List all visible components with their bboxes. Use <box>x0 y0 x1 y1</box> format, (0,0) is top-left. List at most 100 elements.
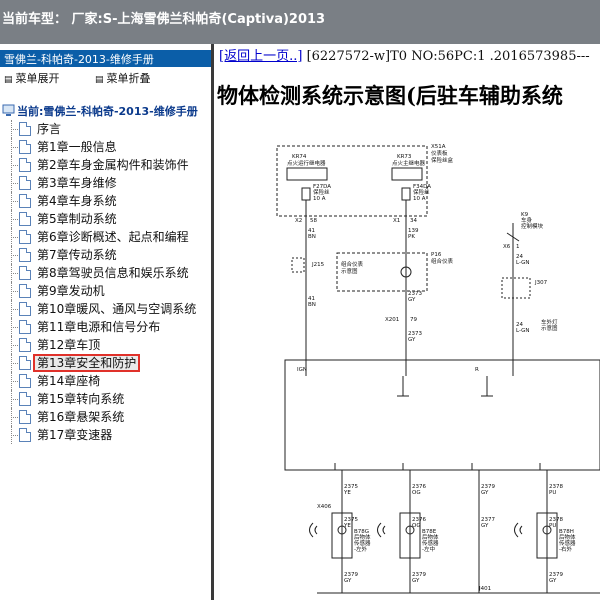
back-link[interactable]: [返回上一页..] <box>219 49 302 64</box>
b78e-desc2: 传感器 <box>422 539 439 547</box>
tree-connector-branch <box>11 165 18 166</box>
tree-item-label: 第15章转向系统 <box>37 392 125 406</box>
tree-item[interactable]: 第4章车身系统 <box>0 192 211 210</box>
document-icon <box>19 356 31 370</box>
collapse-menu-button[interactable]: ▤ 菜单折叠 <box>95 72 167 85</box>
kr73-id: KR73 <box>397 154 412 160</box>
tree-item-label: 第1章一般信息 <box>37 140 117 154</box>
tree-connector-branch <box>11 309 18 310</box>
tree-item[interactable]: 第13章安全和防护 <box>0 354 211 372</box>
tree-item[interactable]: 第1章一般信息 <box>0 138 211 156</box>
tree-item[interactable]: 第9章发动机 <box>0 282 211 300</box>
wire7-color: L-GN <box>516 328 530 334</box>
tree-item-label: 第10章暖风、通风与空调系统 <box>37 302 197 316</box>
tree-item[interactable]: 第8章驾驶员信息和娱乐系统 <box>0 264 211 282</box>
tree-item-label: 第4章车身系统 <box>37 194 117 208</box>
f34da-rating: 10 A <box>413 196 426 202</box>
k9-desc2: 控制模块 <box>521 222 544 230</box>
tree-item[interactable]: 序言 <box>0 120 211 138</box>
document-icon <box>19 302 31 316</box>
tree-root-label: 当前:雪佛兰-科帕奇-2013-维修手册 <box>17 105 198 118</box>
tree-item-label: 第2章车身金属构件和装饰件 <box>37 158 189 172</box>
b78g-desc3: -左外 <box>354 545 367 553</box>
kr73-desc: 点火主继电器 <box>392 159 426 167</box>
b78h-desc1: 后物体 <box>559 533 576 541</box>
document-icon <box>19 338 31 352</box>
f34da-desc: 保险丝 <box>413 188 430 196</box>
tree-item[interactable]: 第15章转向系统 <box>0 390 211 408</box>
tree-item[interactable]: 第17章变速器 <box>0 426 211 444</box>
wire4-color: GY <box>408 297 416 303</box>
wire6-color: L-GN <box>516 260 530 266</box>
content-pane: [返回上一页..] [6227572-w]T0 NO:56PC:1 .20165… <box>217 44 600 600</box>
wire1-color: BN <box>308 234 316 240</box>
cluster-label: 组合仪表 <box>341 260 364 268</box>
kr74-id: KR74 <box>292 154 307 160</box>
tree-item[interactable]: 第2章车身金属构件和装饰件 <box>0 156 211 174</box>
tree-item[interactable]: 第14章座椅 <box>0 372 211 390</box>
tree-connector-branch <box>11 237 18 238</box>
tree-item[interactable]: 第5章制动系统 <box>0 210 211 228</box>
b78h-desc3: -右外 <box>559 545 572 553</box>
tree-item-label: 第9章发动机 <box>37 284 105 298</box>
tree-item-label: 序言 <box>37 122 62 136</box>
computer-icon <box>2 104 15 116</box>
tree-item[interactable]: 第16章悬架系统 <box>0 408 211 426</box>
ign-label: IGN <box>297 367 307 373</box>
collapse-icon: ▤ <box>95 75 104 85</box>
pin-x2: X2 <box>295 218 302 224</box>
gnd1-color: GY <box>344 578 352 584</box>
tree-item[interactable]: 第11章电源和信号分布 <box>0 318 211 336</box>
b78g-desc2: 传感器 <box>354 539 371 547</box>
tree-item-label: 第17章变速器 <box>37 428 113 442</box>
x51a-desc2: 保险丝盒 <box>431 156 454 164</box>
b78g-desc1: 后物体 <box>354 533 371 541</box>
wiring-diagram: KR74 点火运行继电器 KR73 点火主继电器 X51A 仪表板 保险丝盒 F… <box>276 144 600 594</box>
page-title: 物体检测系统示意图(后驻车辅助系统 <box>217 83 563 108</box>
document-icon <box>19 176 31 190</box>
expand-icon: ▤ <box>4 75 13 85</box>
pin-1: 1 <box>516 244 520 250</box>
document-icon <box>19 194 31 208</box>
tree-connector-branch <box>11 255 18 256</box>
cluster-sub: 示意图 <box>341 267 358 275</box>
r-label: R <box>475 367 479 373</box>
tree-connector-branch <box>11 273 18 274</box>
document-icon <box>19 410 31 424</box>
tree-root[interactable]: 当前:雪佛兰-科帕奇-2013-维修手册 <box>2 103 198 119</box>
x51a-id: X51A <box>431 144 446 150</box>
sig4-color: PU <box>549 490 556 496</box>
expand-menu-button[interactable]: ▤ 菜单展开 <box>4 72 76 85</box>
document-icon <box>19 230 31 244</box>
sig8-color: PU <box>549 523 556 529</box>
k9-desc: 车身 <box>521 216 533 224</box>
sig2-color: OG <box>412 490 421 496</box>
pin-79: 79 <box>410 317 417 323</box>
tree-connector-branch <box>11 129 18 130</box>
nav-line: [返回上一页..] [6227572-w]T0 NO:56PC:1 .20165… <box>217 44 600 64</box>
tree-connector-branch <box>11 147 18 148</box>
tree-item[interactable]: 第12章车顶 <box>0 336 211 354</box>
document-icon <box>19 140 31 154</box>
doc-info: [6227572-w]T0 NO:56PC:1 .2016573985--- <box>306 49 590 64</box>
tree-item-label: 第12章车顶 <box>37 338 101 352</box>
tree-controls: ▤ 菜单展开 ▤ 菜单折叠 <box>0 67 211 85</box>
tree-item-label: 第13章安全和防护 <box>33 354 141 372</box>
f27da-rating: 10 A <box>313 196 326 202</box>
tree-item[interactable]: 第7章传动系统 <box>0 246 211 264</box>
tree-connector-branch <box>11 183 18 184</box>
b78e-desc1: 后物体 <box>422 533 439 541</box>
x406-label: X406 <box>317 504 332 510</box>
tree-connector-branch <box>11 201 18 202</box>
tree-item-label: 第8章驾驶员信息和娱乐系统 <box>37 266 189 280</box>
tree-item[interactable]: 第6章诊断概述、起点和编程 <box>0 228 211 246</box>
tree-connector-branch <box>11 435 18 436</box>
tree-item-label: 第6章诊断概述、起点和编程 <box>37 230 189 244</box>
tree-connector-branch <box>11 381 18 382</box>
sig1-color: YE <box>343 490 351 496</box>
b78h-desc2: 传感器 <box>559 539 576 547</box>
tree-item[interactable]: 第10章暖风、通风与空调系统 <box>0 300 211 318</box>
tree-item[interactable]: 第3章车身维修 <box>0 174 211 192</box>
kr74-desc: 点火运行继电器 <box>287 159 326 167</box>
tree-connector-branch <box>11 291 18 292</box>
